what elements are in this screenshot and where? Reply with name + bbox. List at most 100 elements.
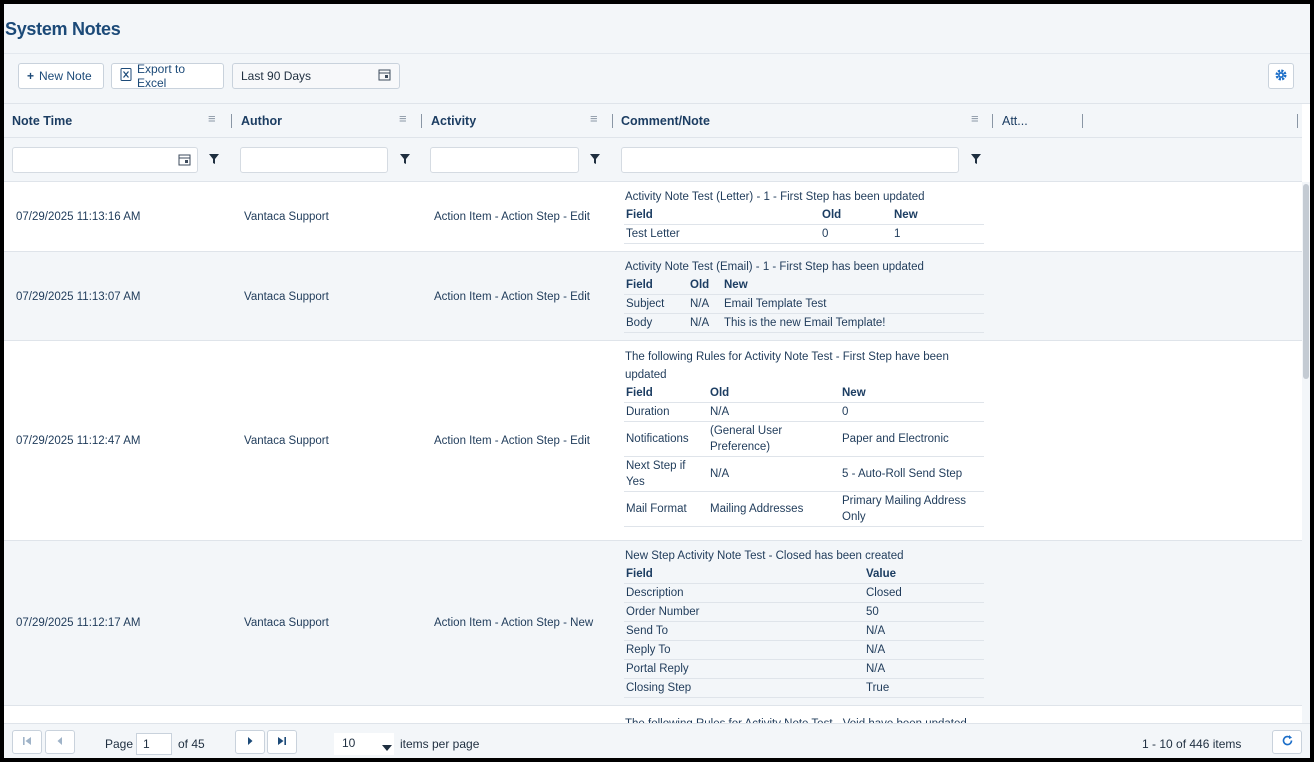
change-new: Email Template Test bbox=[722, 294, 984, 314]
grid-header: Note Time ≡ Author ≡ Activity ≡ Comment/… bbox=[4, 104, 1302, 138]
change-table: Field Old New Test Letter 0 1 bbox=[624, 206, 984, 244]
change-new: 1 bbox=[892, 224, 984, 244]
refresh-button[interactable] bbox=[1272, 730, 1302, 754]
filter-icon[interactable] bbox=[970, 153, 982, 165]
last-page-icon bbox=[277, 735, 287, 749]
author-filter-input[interactable] bbox=[240, 147, 388, 173]
comment-cell: The following Rules for Activity Note Te… bbox=[624, 348, 986, 527]
filter-row bbox=[4, 138, 1302, 182]
change-table-header: Old bbox=[708, 384, 840, 403]
table-row[interactable]: 07/29/2025 11:12:17 AM Vantaca Support A… bbox=[4, 541, 1302, 706]
change-table: Field Old New Subject N/A Email Template Tes… bbox=[624, 276, 984, 333]
change-table-header: Field bbox=[624, 276, 688, 295]
activity-filter-input[interactable] bbox=[430, 147, 579, 173]
change-field: Test Letter bbox=[624, 224, 820, 244]
column-header-comment[interactable]: Comment/Note bbox=[621, 104, 710, 138]
calendar-icon[interactable] bbox=[178, 153, 191, 169]
column-menu-icon[interactable]: ≡ bbox=[971, 112, 983, 125]
change-field: Order Number bbox=[624, 602, 864, 622]
change-old: (General User Preference) bbox=[708, 421, 840, 457]
previous-page-button[interactable] bbox=[45, 730, 75, 754]
column-menu-icon[interactable]: ≡ bbox=[399, 112, 411, 125]
change-value: True bbox=[864, 678, 984, 698]
change-field: Reply To bbox=[624, 640, 864, 660]
change-table-header: Old bbox=[820, 206, 892, 225]
scrollbar-thumb[interactable] bbox=[1303, 184, 1309, 379]
change-table-header: Field bbox=[624, 384, 708, 403]
change-old: N/A bbox=[708, 456, 840, 492]
activity-cell: Action Item - Action Step - New bbox=[434, 617, 594, 629]
column-menu-icon[interactable]: ≡ bbox=[590, 112, 602, 125]
column-divider[interactable] bbox=[421, 114, 422, 128]
table-row[interactable]: 07/29/2025 11:13:16 AM Vantaca Support A… bbox=[4, 182, 1302, 252]
column-divider[interactable] bbox=[231, 114, 232, 128]
change-field: Next Step if Yes bbox=[624, 456, 708, 492]
change-field: Portal Reply bbox=[624, 659, 864, 679]
change-field: Subject bbox=[624, 294, 688, 314]
column-divider[interactable] bbox=[1297, 114, 1298, 128]
column-header-attachments[interactable]: Att... bbox=[1002, 104, 1028, 138]
column-header-activity[interactable]: Activity bbox=[431, 104, 476, 138]
change-old: N/A bbox=[708, 402, 840, 422]
column-header-author[interactable]: Author bbox=[241, 104, 282, 138]
export-label: Export to Excel bbox=[137, 62, 186, 90]
page-number-input[interactable]: 1 bbox=[136, 733, 172, 755]
date-range-value: Last 90 Days bbox=[241, 69, 312, 83]
next-page-button[interactable] bbox=[235, 730, 265, 754]
title-bar: System Notes bbox=[4, 4, 1310, 54]
pager: Page 1 of 45 10 items per page 1 - 10 of… bbox=[4, 723, 1310, 758]
filter-icon[interactable] bbox=[399, 153, 411, 165]
new-note-button[interactable]: + New Note bbox=[18, 63, 104, 89]
chevron-down-icon bbox=[382, 741, 392, 755]
settings-button[interactable] bbox=[1268, 63, 1294, 89]
note-time-filter-input[interactable] bbox=[12, 147, 198, 173]
refresh-icon bbox=[1281, 734, 1294, 750]
change-value: N/A bbox=[864, 659, 984, 679]
change-field: Mail Format bbox=[624, 491, 708, 527]
last-page-button[interactable] bbox=[267, 730, 297, 754]
column-header-note-time[interactable]: Note Time bbox=[12, 104, 72, 138]
change-field: Duration bbox=[624, 402, 708, 422]
change-table-header: Old bbox=[688, 276, 722, 295]
export-to-excel-button[interactable]: Export to Excel bbox=[111, 62, 224, 90]
first-page-icon bbox=[22, 735, 32, 749]
column-divider[interactable] bbox=[1082, 114, 1083, 128]
toolbar: + New Note Export to Excel Last 90 Days bbox=[4, 54, 1310, 104]
note-time-cell: 07/29/2025 11:13:16 AM bbox=[16, 211, 141, 223]
comment-cell: The following Rules for Activity Note Te… bbox=[624, 715, 986, 723]
caret-left-icon bbox=[55, 735, 65, 749]
gear-icon bbox=[1274, 68, 1288, 85]
filter-icon[interactable] bbox=[589, 153, 601, 165]
change-value: 50 bbox=[864, 602, 984, 622]
caret-right-icon bbox=[245, 735, 255, 749]
note-time-cell: 07/29/2025 11:12:17 AM bbox=[16, 617, 141, 629]
comment-title: New Step Activity Note Test - Closed has… bbox=[625, 550, 904, 562]
calendar-icon[interactable] bbox=[378, 68, 391, 84]
change-old: 0 bbox=[820, 224, 892, 244]
column-divider[interactable] bbox=[992, 114, 993, 128]
table-row[interactable]: 07/29/2025 11:13:07 AM Vantaca Support A… bbox=[4, 252, 1302, 341]
change-table-header: New bbox=[840, 384, 984, 403]
column-menu-icon[interactable]: ≡ bbox=[208, 112, 220, 125]
table-row[interactable]: The following Rules for Activity Note Te… bbox=[4, 706, 1302, 723]
first-page-button[interactable] bbox=[12, 730, 42, 754]
change-new: 5 - Auto-Roll Send Step bbox=[840, 456, 984, 492]
comment-filter-input[interactable] bbox=[621, 147, 959, 173]
filter-icon[interactable] bbox=[208, 153, 220, 165]
column-divider[interactable] bbox=[612, 114, 613, 128]
page-title: System Notes bbox=[5, 19, 121, 39]
change-table: Field Old New Duration N/A 0 Notifications (G… bbox=[624, 384, 984, 527]
change-new: This is the new Email Template! bbox=[722, 313, 984, 333]
system-notes-window: System Notes + New Note Export to Excel … bbox=[4, 4, 1310, 758]
comment-title: Activity Note Test (Email) - 1 - First S… bbox=[625, 261, 924, 273]
page-size-value: 10 bbox=[342, 736, 356, 750]
grid-body: 07/29/2025 11:13:16 AM Vantaca Support A… bbox=[4, 182, 1302, 723]
page-size-select[interactable]: 10 bbox=[334, 733, 394, 755]
table-row[interactable]: 07/29/2025 11:12:47 AM Vantaca Support A… bbox=[4, 341, 1302, 541]
change-field: Description bbox=[624, 583, 864, 603]
change-field: Notifications bbox=[624, 421, 708, 457]
change-table: Field Value Description Closed Order Numbe… bbox=[624, 565, 984, 698]
comment-title: Activity Note Test (Letter) - 1 - First … bbox=[625, 191, 925, 203]
change-table-header: New bbox=[892, 206, 984, 225]
date-range-picker[interactable]: Last 90 Days bbox=[232, 63, 400, 89]
